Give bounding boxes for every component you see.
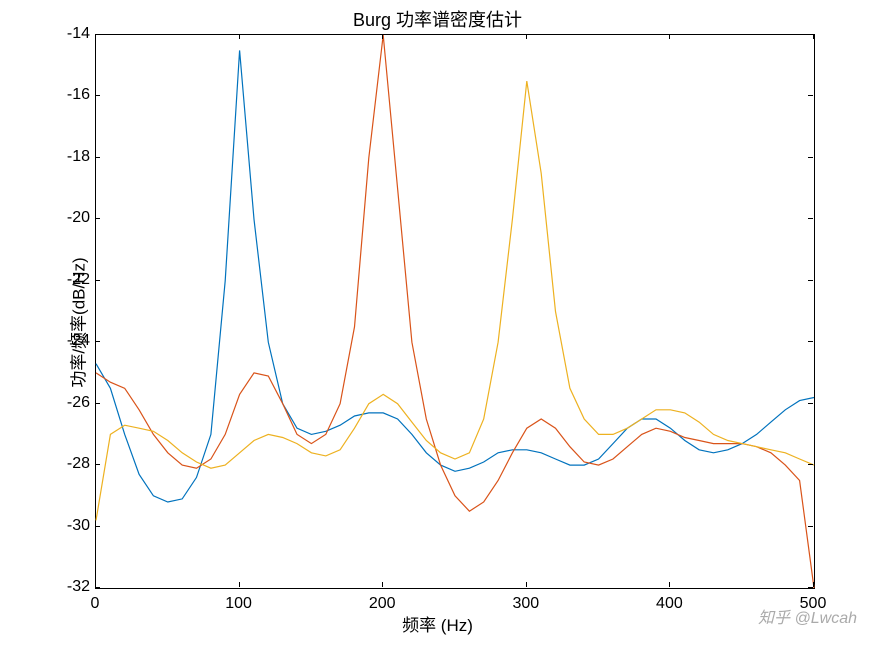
y-tick-label: -32 [40, 579, 90, 595]
y-tick-label: -16 [40, 87, 90, 103]
chart-title: Burg 功率谱密度估计 [0, 6, 875, 32]
y-tick-label: -20 [40, 210, 90, 226]
watermark-text: 知乎 @Lwcah [758, 604, 857, 628]
plot-area [95, 34, 815, 589]
x-tick-label: 200 [369, 595, 396, 613]
x-tick-label: 400 [656, 595, 683, 613]
y-tick-label: -28 [40, 456, 90, 472]
y-tick-label: -24 [40, 333, 90, 349]
x-tick-label: 300 [512, 595, 539, 613]
y-tick-label: -30 [40, 518, 90, 534]
x-axis-label: 频率 (Hz) [0, 611, 875, 636]
series-2-orange [96, 35, 814, 588]
series-1-blue [96, 50, 814, 502]
line-plot-svg [96, 35, 814, 588]
x-tick-label: 100 [225, 595, 252, 613]
x-tick-label: 0 [91, 595, 100, 613]
y-tick-label: -26 [40, 395, 90, 411]
y-tick-label: -22 [40, 272, 90, 288]
y-tick-label: -18 [40, 149, 90, 165]
y-tick-label: -14 [40, 26, 90, 42]
chart-container: Burg 功率谱密度估计 功率/频率(dB/Hz) 频率 (Hz) -32-30… [0, 0, 875, 656]
